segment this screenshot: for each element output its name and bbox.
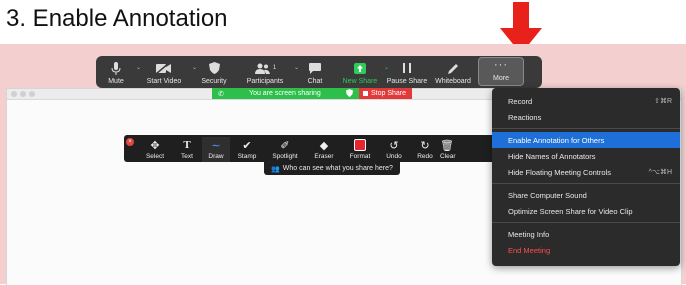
menu-item-label: Record (508, 96, 533, 106)
menu-item-shortcut: ^⌥⌘H (648, 169, 672, 176)
menu-item-optimize-screen-share-for-video-clip[interactable]: Optimize Screen Share for Video Clip (492, 203, 680, 219)
new-share-label: New Share (342, 78, 378, 85)
eraser-icon: ◆ (319, 139, 329, 152)
more-button[interactable]: ··· More (478, 57, 524, 86)
sharing-status-text: You are screen sharing (249, 90, 321, 97)
meeting-toolbar: ⌄ Mute ⌄ Start Video Security 1 ⌄ Partic… (96, 56, 542, 88)
participants-button[interactable]: 1 ⌄ Participants (236, 58, 299, 88)
chat-button[interactable]: Chat (294, 58, 336, 88)
format-square-icon (354, 139, 366, 151)
close-annotation-icon[interactable]: × (126, 138, 134, 146)
spotlight-label: Spotlight (272, 153, 298, 160)
security-label: Security (201, 78, 227, 85)
menu-item-shortcut: ⇧⌘R (654, 98, 672, 105)
format-tool[interactable]: Format (342, 137, 378, 162)
shield-check-icon (345, 88, 353, 99)
text-icon: T (183, 139, 191, 151)
format-label: Format (349, 153, 371, 160)
menu-item-label: Enable Annotation for Others (508, 135, 605, 145)
menu-item-label: Hide Names of Annotators (508, 151, 596, 161)
new-share-button[interactable]: ⌄ New Share (336, 58, 389, 88)
participant-count: 1 (272, 65, 277, 71)
text-tool[interactable]: T Text (172, 137, 202, 162)
menu-item-reactions[interactable]: Reactions (492, 109, 680, 125)
draw-wave-icon: ∼ (211, 139, 221, 152)
spotlight-tool[interactable]: ✐ Spotlight (264, 137, 306, 162)
start-video-label: Start Video (146, 78, 182, 85)
redo-icon: ↻ (420, 139, 430, 152)
redo-button[interactable]: ↻ Redo (410, 137, 440, 162)
menu-item-hide-names-of-annotators[interactable]: Hide Names of Annotators (492, 148, 680, 164)
menu-item-label: Hide Floating Meeting Controls (508, 167, 611, 177)
more-dropdown-menu: Record ⇧⌘R Reactions Enable Annotation for … (492, 88, 680, 266)
menu-item-meeting-info[interactable]: Meeting Info (492, 226, 680, 242)
menu-item-share-computer-sound[interactable]: Share Computer Sound (492, 187, 680, 203)
checkmark-icon: ✔ (242, 139, 252, 152)
undo-icon: ↺ (389, 139, 399, 152)
chat-icon (309, 61, 321, 75)
menu-item-label: Optimize Screen Share for Video Clip (508, 206, 633, 216)
trash-icon: 🗑 (440, 139, 454, 152)
draw-tool[interactable]: ∼ Draw (202, 137, 230, 162)
menu-item-label: Meeting Info (508, 229, 550, 239)
ellipsis-icon: ··· (494, 59, 508, 71)
share-up-icon (354, 61, 366, 75)
redo-label: Redo (417, 153, 433, 160)
draw-label: Draw (208, 153, 224, 160)
menu-item-label: Share Computer Sound (508, 190, 587, 200)
clear-button[interactable]: 🗑 Clear (440, 137, 462, 162)
microphone-icon (111, 61, 121, 75)
security-button[interactable]: Security (192, 58, 236, 88)
pause-share-button[interactable]: Pause Share (384, 58, 430, 88)
stamp-label: Stamp (237, 153, 257, 160)
menu-item-record[interactable]: Record ⇧⌘R (492, 93, 680, 109)
screen-sharing-banner: ✆ You are screen sharing Stop Share (212, 88, 412, 99)
whiteboard-label: Whiteboard (435, 78, 471, 85)
menu-item-hide-floating-meeting-controls[interactable]: Hide Floating Meeting Controls ^⌥⌘H (492, 164, 680, 180)
video-off-icon (156, 61, 172, 75)
chat-label: Chat (307, 78, 323, 85)
pen-icon (447, 61, 459, 75)
pause-share-label: Pause Share (386, 78, 428, 85)
annotation-toolbar: × ✥ Select T Text ∼ Draw ✔ Stamp ✐ Spotl… (124, 135, 504, 162)
menu-separator (492, 128, 680, 129)
menu-item-end-meeting[interactable]: End Meeting (492, 242, 680, 258)
step-heading: 3. Enable Annotation (6, 5, 228, 32)
start-video-button[interactable]: ⌄ Start Video (136, 58, 197, 88)
window-minimize-dot[interactable] (20, 91, 26, 97)
people-icon: 👥 (271, 165, 280, 173)
window-close-dot[interactable] (11, 91, 17, 97)
participants-icon: 1 (254, 61, 276, 75)
move-icon: ✥ (150, 139, 160, 152)
undo-label: Undo (386, 153, 402, 160)
select-tool[interactable]: ✥ Select (138, 137, 172, 162)
mute-button[interactable]: ⌄ Mute (96, 58, 141, 88)
menu-item-label: End Meeting (508, 245, 551, 255)
more-label: More (493, 75, 509, 82)
participants-label: Participants (246, 78, 284, 85)
stop-share-button[interactable]: Stop Share (358, 88, 412, 99)
mute-label: Mute (108, 78, 124, 85)
clear-label: Clear (440, 153, 456, 160)
eraser-tool[interactable]: ◆ Eraser (306, 137, 342, 162)
pause-icon (403, 61, 411, 75)
stop-square-icon (362, 91, 368, 96)
menu-separator (492, 222, 680, 223)
whiteboard-button[interactable]: Whiteboard (430, 58, 476, 88)
spotlight-icon: ✐ (280, 139, 290, 152)
who-can-see-button[interactable]: 👥 Who can see what you share here? (264, 162, 400, 175)
menu-item-enable-annotation-for-others[interactable]: Enable Annotation for Others (492, 132, 680, 148)
menu-item-label: Reactions (508, 112, 542, 122)
stamp-tool[interactable]: ✔ Stamp (230, 137, 264, 162)
shield-icon (208, 61, 220, 75)
menu-separator (492, 183, 680, 184)
undo-button[interactable]: ↺ Undo (378, 137, 410, 162)
select-label: Select (145, 153, 165, 160)
stop-share-label: Stop Share (370, 90, 406, 97)
window-zoom-dot[interactable] (29, 91, 35, 97)
eraser-label: Eraser (314, 153, 334, 160)
text-label: Text (181, 153, 193, 160)
who-can-see-label: Who can see what you share here? (282, 165, 393, 172)
